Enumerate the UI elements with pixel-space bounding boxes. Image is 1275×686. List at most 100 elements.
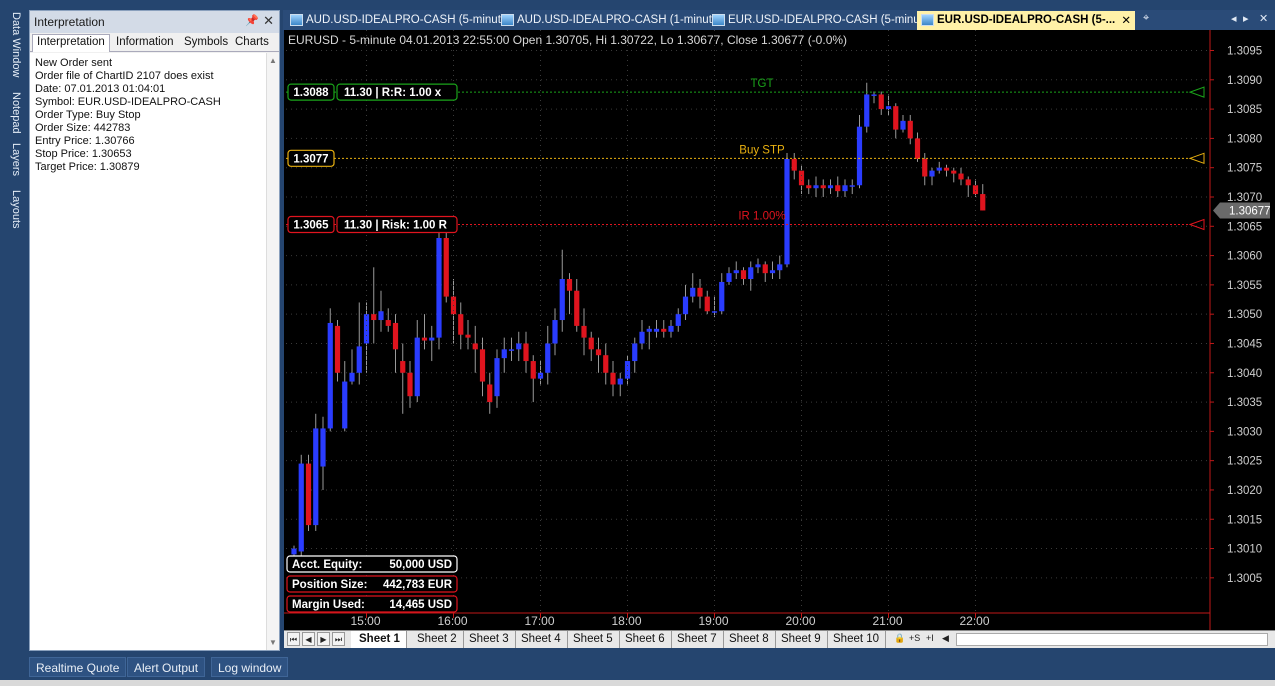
tab-right-icon[interactable]: ▸: [1243, 12, 1249, 25]
doc-tab-active[interactable]: EUR.USD-IDEALPRO-CASH (5-... ✕: [917, 11, 1135, 30]
doc-tab-label: AUD.USD-IDEALPRO-CASH (5-minute): [306, 14, 512, 26]
tab-symbols[interactable]: Symbols: [180, 35, 232, 49]
y-tick-label: 1.3005: [1227, 573, 1262, 585]
sheet-tab[interactable]: Sheet 1: [351, 631, 407, 648]
doc-tab-label: EUR.USD-IDEALPRO-CASH (5-...: [937, 14, 1116, 26]
candle-body: [885, 106, 892, 110]
sheet-tab[interactable]: Sheet 9: [773, 631, 828, 648]
candle-body: [363, 314, 370, 344]
level-name: IR 1.00%: [738, 211, 785, 223]
x-tick-label: 22:00: [960, 614, 990, 628]
vertical-tab-strip: Data Window Notepad Layers Layouts: [0, 10, 26, 650]
candle-body: [849, 185, 855, 187]
panel-titlebar: Interpretation 📌 ✕: [30, 11, 279, 33]
level-info-label: 11.30 | Risk: 1.00 R: [344, 220, 448, 232]
tab-interpretation[interactable]: Interpretation: [32, 34, 110, 52]
candle-body: [516, 343, 522, 350]
pin-icon[interactable]: 📌: [245, 14, 259, 27]
candle-body: [719, 281, 725, 312]
candle-body: [777, 264, 783, 271]
candle-body: [610, 372, 616, 385]
candle-body: [907, 120, 913, 139]
candle-body: [407, 372, 413, 397]
last-price-label: 1.30677: [1229, 205, 1271, 217]
realtime-quote-button[interactable]: Realtime Quote: [29, 657, 127, 677]
scroll-up-icon[interactable]: ▲: [269, 56, 277, 65]
close-tab-icon[interactable]: ✕: [1121, 13, 1131, 27]
add-sheet-icon[interactable]: +S: [909, 633, 920, 643]
alert-output-button[interactable]: Alert Output: [127, 657, 206, 677]
level-price-label: 1.3088: [293, 87, 329, 99]
scroll-left-icon[interactable]: ◀: [942, 633, 949, 644]
candle-body: [864, 94, 870, 127]
sheet-tab[interactable]: Sheet 7: [669, 631, 724, 648]
y-tick-label: 1.3025: [1227, 456, 1262, 468]
chart-icon: [712, 14, 725, 26]
candle-body: [943, 167, 950, 171]
tab-charts[interactable]: Charts: [231, 35, 273, 49]
candle-body: [487, 384, 493, 403]
sheet-tab[interactable]: Sheet 8: [721, 631, 776, 648]
candle-body: [682, 296, 689, 315]
candle-body: [878, 94, 884, 110]
candle-body: [661, 328, 667, 332]
sheet-tab[interactable]: Sheet 2: [409, 631, 464, 648]
vtab-data-window[interactable]: Data Window: [4, 12, 22, 77]
candle-body: [392, 322, 399, 350]
y-tick-label: 1.3010: [1227, 544, 1262, 556]
level-handle-icon: [1188, 218, 1205, 231]
new-tab-icon[interactable]: ⌖: [1143, 12, 1149, 25]
y-tick-label: 1.3045: [1227, 338, 1262, 350]
price-chart[interactable]: 1.3095 1.3090 1.3085 1.3080 1.3075 1.3070 1.30…: [284, 30, 1275, 630]
first-sheet-icon[interactable]: ⏮: [287, 632, 300, 646]
candle-body: [740, 270, 747, 280]
tab-information[interactable]: Information: [112, 35, 178, 49]
log-line: Date: 07.01.2013 01:04:01: [35, 83, 166, 95]
close-icon[interactable]: ✕: [263, 13, 274, 29]
sheet-tab[interactable]: Sheet 5: [565, 631, 620, 648]
candle-body: [385, 320, 391, 326]
tabs-close-icon[interactable]: ✕: [1259, 12, 1268, 25]
panel-scrollbar[interactable]: ▲ ▼: [266, 53, 279, 650]
log-window-button[interactable]: Log window: [211, 657, 289, 677]
interpretation-panel: Interpretation 📌 ✕ Interpretation Inform…: [29, 10, 280, 651]
y-tick-label: 1.3035: [1227, 397, 1262, 409]
lock-icon[interactable]: 🔒: [894, 633, 905, 644]
vtab-layouts[interactable]: Layouts: [4, 190, 22, 229]
level-name: Buy STP: [739, 144, 785, 156]
doc-tab[interactable]: AUD.USD-IDEALPRO-CASH (5-minute): [286, 11, 511, 30]
vtab-notepad[interactable]: Notepad: [4, 92, 22, 134]
last-sheet-icon[interactable]: ⏭: [332, 632, 345, 646]
candle-body: [298, 463, 304, 552]
vtab-layers[interactable]: Layers: [4, 143, 22, 176]
candle-body: [791, 158, 797, 171]
candle-body: [697, 287, 703, 297]
insert-sheet-icon[interactable]: +I: [926, 633, 934, 643]
sheet-tab[interactable]: Sheet 10: [825, 631, 887, 648]
candle-body: [429, 337, 435, 341]
log-line: Target Price: 1.30879: [35, 161, 140, 173]
sheet-tab[interactable]: Sheet 6: [617, 631, 672, 648]
candle-body: [972, 185, 979, 195]
sheet-tab[interactable]: Sheet 3: [461, 631, 516, 648]
y-tick-label: 1.3050: [1227, 309, 1262, 321]
candle-body: [951, 170, 957, 174]
info-box-label: Acct. Equity:: [292, 559, 362, 571]
chart-canvas[interactable]: 1.30951.30901.30851.30801.30751.30701.30…: [284, 30, 1275, 630]
candle-body: [871, 94, 877, 96]
sheet-tab[interactable]: Sheet 4: [513, 631, 568, 648]
prev-sheet-icon[interactable]: ◀: [302, 632, 315, 646]
horizontal-scrollbar[interactable]: [956, 633, 1268, 646]
tab-left-icon[interactable]: ◂: [1231, 12, 1237, 25]
doc-tab[interactable]: AUD.USD-IDEALPRO-CASH (1-minute): [497, 11, 722, 30]
candle-body: [320, 428, 326, 467]
candle-body: [675, 314, 681, 326]
scroll-down-icon[interactable]: ▼: [269, 638, 277, 647]
candle-body: [965, 179, 971, 186]
x-tick-label: 20:00: [786, 614, 816, 628]
y-tick-label: 1.3095: [1227, 46, 1262, 58]
doc-tab[interactable]: EUR.USD-IDEALPRO-CASH (5-minute): [708, 11, 933, 30]
log-line: Order Size: 442783: [35, 122, 131, 134]
candle-body: [581, 325, 587, 338]
next-sheet-icon[interactable]: ▶: [317, 632, 330, 646]
